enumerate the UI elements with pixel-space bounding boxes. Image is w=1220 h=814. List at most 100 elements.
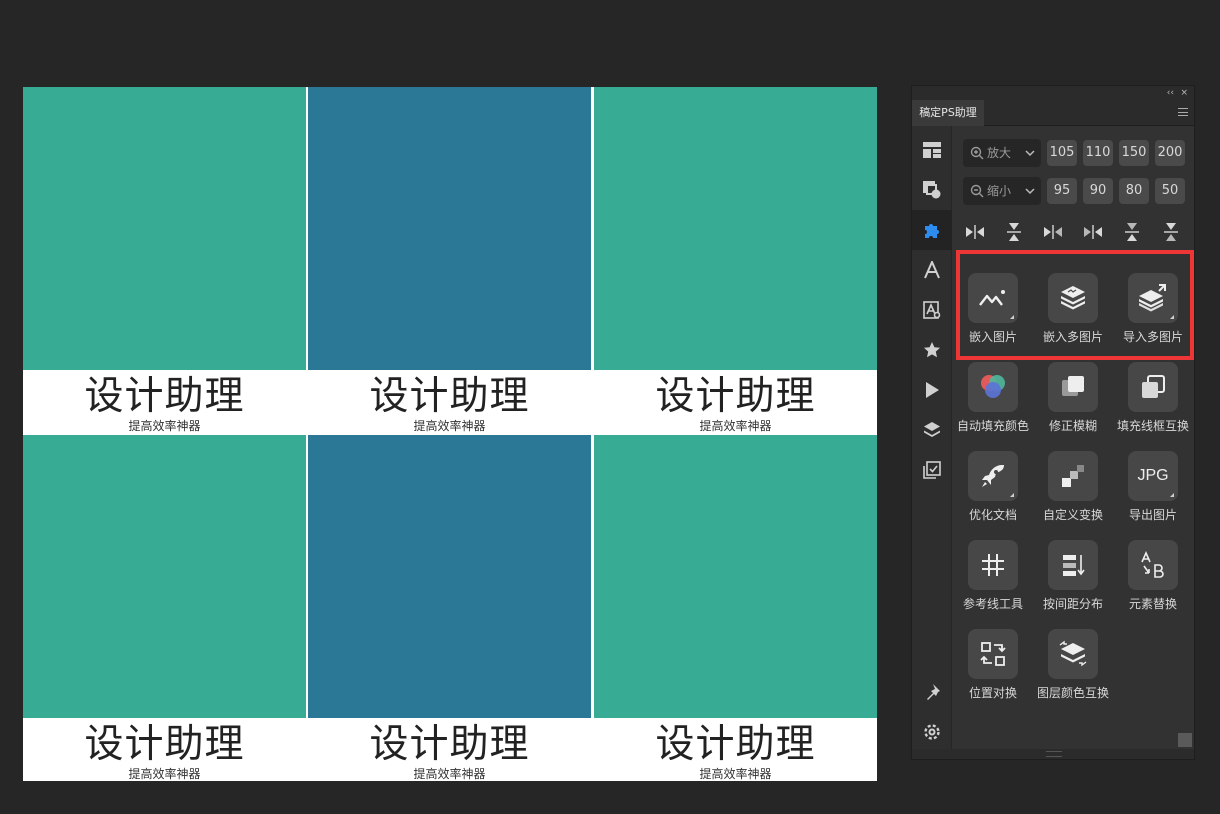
sidebar-item-shapes[interactable] — [912, 170, 952, 210]
panel-bottom-bar — [912, 749, 1194, 759]
tool-guides[interactable]: 参考线工具 — [953, 540, 1033, 626]
canvas-tile: 设计助理 提高效率神器 — [23, 435, 306, 781]
tile-title: 设计助理 — [84, 374, 245, 419]
canvas-tile: 设计助理 提高效率神器 — [23, 87, 306, 434]
tile-image — [308, 435, 591, 718]
align-hcenter-icon — [1084, 225, 1102, 239]
tool-distribute-spacing[interactable]: 按间距分布 — [1033, 540, 1113, 626]
tile-title: 设计助理 — [655, 374, 816, 419]
tool-label: 元素替换 — [1128, 597, 1177, 611]
tool-position-swap[interactable]: 位置对换 — [953, 629, 1033, 715]
tile-title: 设计助理 — [369, 722, 530, 767]
zoom-in-preset-200[interactable]: 200 — [1155, 140, 1185, 166]
submenu-corner — [1010, 493, 1014, 497]
tool-auto-fill-color[interactable]: 自动填充颜色 — [953, 362, 1033, 448]
tool-element-replace-button[interactable] — [1128, 540, 1178, 590]
tool-export-image[interactable]: JPG 导出图片 — [1113, 451, 1193, 537]
zoom-out-icon — [970, 184, 984, 198]
sidebar-item-settings[interactable] — [912, 712, 952, 752]
tool-element-replace[interactable]: 元素替换 — [1113, 540, 1193, 626]
tool-label: 图层颜色互换 — [1036, 686, 1109, 700]
zoom-in-preset-105[interactable]: 105 — [1047, 140, 1077, 166]
zoom-out-preset-50[interactable]: 50 — [1155, 178, 1185, 204]
tile-subtitle: 提高效率神器 — [699, 767, 772, 781]
tool-layer-color-swap[interactable]: 图层颜色互换 — [1033, 629, 1113, 715]
sidebar-item-text-search[interactable] — [912, 290, 952, 330]
tool-optimize-document[interactable]: 优化文档 — [953, 451, 1033, 537]
play-icon — [926, 382, 939, 398]
zoom-out-select[interactable]: 缩小 — [963, 177, 1041, 205]
star-icon — [924, 342, 940, 358]
canvas-tile: 设计助理 提高效率神器 — [594, 87, 877, 434]
tile-image — [594, 87, 877, 370]
element-replace-icon — [1141, 551, 1164, 578]
checklist-icon — [923, 461, 941, 479]
tool-fill-stroke-swap[interactable]: 填充线框互换 — [1113, 362, 1193, 448]
align-vcenter-button[interactable] — [1120, 222, 1144, 242]
tool-distribute-spacing-button[interactable] — [1048, 540, 1098, 590]
align-bottom-icon — [1164, 223, 1178, 241]
align-hcenter-button[interactable] — [1081, 222, 1105, 242]
close-panel-button[interactable]: × — [1180, 86, 1188, 100]
tab-gaoding-ps[interactable]: 稿定PS助理 — [912, 100, 984, 126]
zoom-out-label: 缩小 — [987, 184, 1012, 198]
chevron-down-icon — [1025, 188, 1035, 195]
custom-transform-icon — [1062, 465, 1084, 487]
sidebar-item-tasks[interactable] — [912, 450, 952, 490]
tool-layer-color-swap-button[interactable] — [1048, 629, 1098, 679]
position-swap-icon — [980, 642, 1006, 666]
sidebar-item-layout[interactable] — [912, 130, 952, 170]
canvas-tile: 设计助理 提高效率神器 — [308, 435, 591, 781]
resize-grip-icon[interactable] — [1046, 751, 1062, 757]
tile-subtitle: 提高效率神器 — [413, 419, 486, 433]
collapse-panel-button[interactable]: ‹‹ — [1167, 86, 1174, 100]
pin-icon — [927, 684, 940, 700]
tool-position-swap-button[interactable] — [968, 629, 1018, 679]
canvas-tile: 设计助理 提高效率神器 — [594, 435, 877, 781]
align-right-icon — [1044, 225, 1062, 239]
puzzle-icon — [925, 224, 939, 238]
align-bottom-button[interactable] — [1159, 222, 1183, 242]
sidebar-item-actions[interactable] — [912, 370, 952, 410]
align-top-button[interactable] — [1002, 222, 1026, 242]
auto-fill-color-icon — [981, 375, 1005, 398]
tool-custom-transform-button[interactable] — [1048, 451, 1098, 501]
tool-export-image-button[interactable]: JPG — [1128, 451, 1178, 501]
rocket-icon — [982, 465, 1004, 487]
tool-fill-stroke-swap-button[interactable] — [1128, 362, 1178, 412]
zoom-in-preset-150[interactable]: 150 — [1119, 140, 1149, 166]
tool-auto-fill-color-button[interactable] — [968, 362, 1018, 412]
align-right-button[interactable] — [1041, 222, 1065, 242]
tool-fix-blur[interactable]: 修正模糊 — [1033, 362, 1113, 448]
scrollbar-corner[interactable] — [1178, 733, 1192, 747]
panel-menu-icon[interactable] — [1178, 108, 1188, 116]
zoom-in-preset-110[interactable]: 110 — [1083, 140, 1113, 166]
zoom-in-select[interactable]: 放大 — [963, 139, 1041, 167]
fix-blur-icon — [1062, 376, 1084, 396]
canvas-tile: 设计助理 提高效率神器 — [308, 87, 591, 434]
panel-content: 放大 105 110 150 200 缩小 95 90 80 50 嵌入图片 嵌… — [953, 126, 1194, 751]
tile-subtitle: 提高效率神器 — [413, 767, 486, 781]
tile-title: 设计助理 — [84, 722, 245, 767]
align-left-button[interactable] — [963, 222, 987, 242]
tool-optimize-document-button[interactable] — [968, 451, 1018, 501]
tool-fix-blur-button[interactable] — [1048, 362, 1098, 412]
zoom-out-preset-95[interactable]: 95 — [1047, 178, 1077, 204]
layers-icon — [924, 422, 940, 437]
tile-subtitle: 提高效率神器 — [128, 767, 201, 781]
panel-title-strip: ‹‹ × — [912, 86, 1194, 100]
fill-stroke-swap-icon — [1142, 375, 1165, 398]
zoom-out-preset-80[interactable]: 80 — [1119, 178, 1149, 204]
document-canvas[interactable]: 设计助理 提高效率神器 设计助理 提高效率神器 设计助理 提高效率神器 设计助理… — [23, 87, 877, 781]
text-icon — [924, 261, 940, 279]
tile-title: 设计助理 — [655, 722, 816, 767]
tool-custom-transform[interactable]: 自定义变换 — [1033, 451, 1113, 537]
tool-guides-button[interactable] — [968, 540, 1018, 590]
sidebar-item-plugins[interactable] — [912, 210, 952, 250]
zoom-out-preset-90[interactable]: 90 — [1083, 178, 1113, 204]
sidebar-item-text[interactable] — [912, 250, 952, 290]
tile-image — [23, 87, 306, 370]
guides-icon — [982, 554, 1004, 576]
tool-label: 导出图片 — [1128, 508, 1177, 522]
panel-sidebar — [912, 126, 952, 751]
